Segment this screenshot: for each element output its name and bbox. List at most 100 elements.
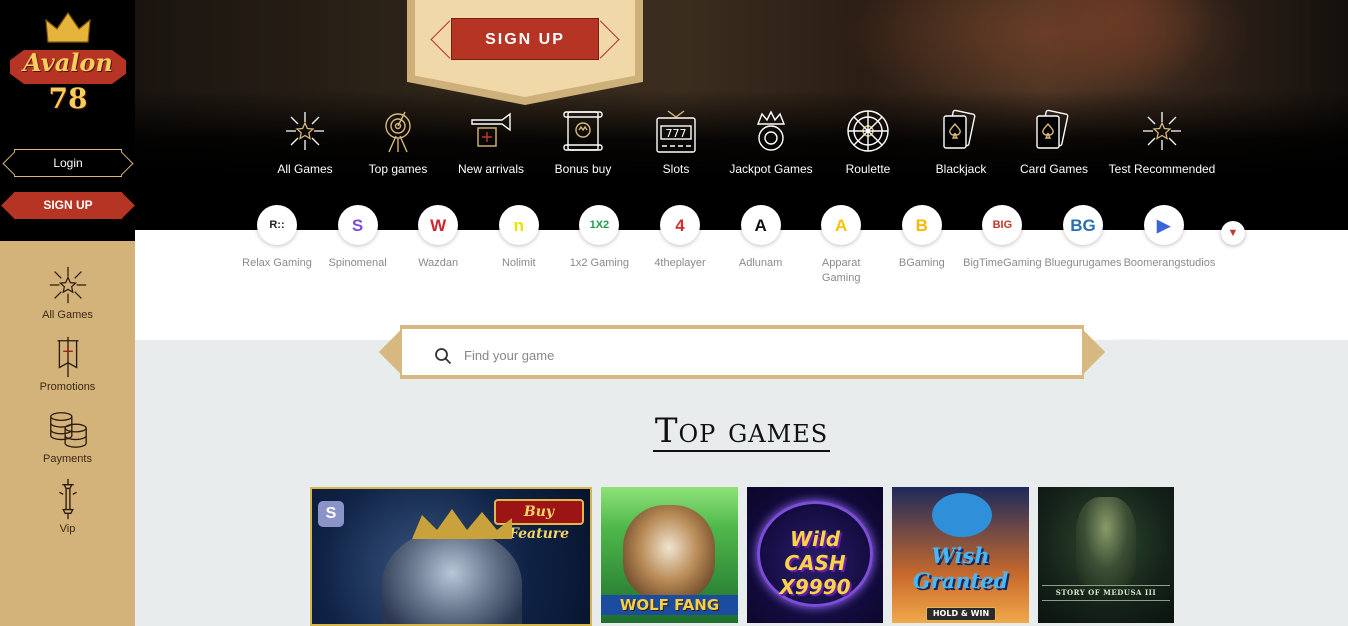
category-label: Test Recommended xyxy=(1108,162,1216,176)
provider-label: Adlunam xyxy=(738,257,783,269)
signup-button[interactable]: SIGN UP xyxy=(14,192,122,219)
trumpet-icon xyxy=(471,112,511,147)
category-roulette[interactable]: Roulette xyxy=(822,108,914,176)
buy-feature-badge: Buy Feature xyxy=(494,499,584,542)
provider-label: 1x2 Gaming xyxy=(569,257,630,269)
search-icon xyxy=(435,348,452,365)
category-slots[interactable]: 777 Slots xyxy=(630,108,722,176)
provider-label: Apparat Gaming xyxy=(821,257,861,284)
provider-logo: n xyxy=(498,205,539,245)
sidebar-item-all-games[interactable]: All Games xyxy=(0,263,135,321)
game-title: Wild CASH X9990 xyxy=(779,527,851,599)
provider-label: Spinomenal xyxy=(328,257,387,269)
providers-more-button[interactable]: ▼ xyxy=(1221,221,1245,245)
game-title: Wish Granted xyxy=(912,543,1009,593)
provider-label: BigTimeGaming xyxy=(963,257,1042,269)
section-title-wrap: Top games xyxy=(0,412,1348,452)
provider-logo: BG xyxy=(1063,205,1103,245)
section-title: Top games xyxy=(652,411,831,452)
fireworks-icon xyxy=(1143,112,1181,150)
provider-item[interactable]: ▶ Boomerangstudios xyxy=(1123,205,1216,271)
crown-ring-icon xyxy=(756,110,786,151)
category-all-games[interactable]: All Games xyxy=(259,108,351,176)
category-bonus-buy[interactable]: Bonus buy xyxy=(537,108,629,176)
provider-item[interactable]: n Nolimit xyxy=(479,205,559,271)
sidebar-item-label: All Games xyxy=(42,309,93,321)
login-button[interactable]: Login xyxy=(14,149,122,177)
svg-text:777: 777 xyxy=(666,127,687,140)
brand-logo[interactable]: Avalon 78 xyxy=(8,12,128,132)
login-label: Login xyxy=(53,156,83,170)
provider-label: Relax Gaming xyxy=(242,257,312,269)
provider-label: BGaming xyxy=(898,257,945,269)
crown-icon xyxy=(45,12,91,43)
provider-logo: ▶ xyxy=(1143,205,1184,245)
provider-item[interactable]: W Wazdan xyxy=(398,205,478,271)
game-artwork xyxy=(1076,497,1136,585)
provider-logo: 4 xyxy=(660,205,700,245)
category-blackjack[interactable]: Blackjack xyxy=(915,108,1007,176)
sword-icon xyxy=(58,478,77,520)
provider-logo: W xyxy=(418,205,459,245)
category-top-games[interactable]: Top games xyxy=(352,108,444,176)
sidebar-top: Avalon 78 Login SIGN UP xyxy=(0,0,135,241)
provider-item[interactable]: BG Bluegurugames xyxy=(1043,205,1123,271)
game-artwork xyxy=(382,529,522,624)
fireworks-icon xyxy=(49,266,86,304)
category-card-games[interactable]: Card Games xyxy=(1008,108,1100,176)
roulette-icon xyxy=(847,110,889,152)
game-card[interactable]: Wild CASH X9990 xyxy=(747,487,883,623)
hero-artwork xyxy=(1015,0,1215,95)
game-card[interactable]: S Buy Feature xyxy=(310,487,592,626)
sidebar-menu: All Games Promotions Payments Vip xyxy=(0,241,135,626)
provider-label: Boomerangstudios xyxy=(1123,257,1216,269)
provider-item[interactable]: BIG BigTimeGaming xyxy=(962,205,1042,271)
category-test-recommended[interactable]: Test Recommended xyxy=(1105,108,1219,176)
provider-item[interactable]: 1X2 1x2 Gaming xyxy=(559,205,639,271)
search-bar xyxy=(378,325,1106,379)
coins-icon xyxy=(49,412,87,448)
target-icon xyxy=(385,111,411,153)
search-field-wrap xyxy=(402,329,1082,375)
sidebar-item-label: Promotions xyxy=(39,381,96,393)
cards-icon xyxy=(943,109,976,149)
category-bar: All Games Top games New arrivals Bonus b… xyxy=(135,108,1348,188)
sidebar-item-vip[interactable]: Vip xyxy=(0,477,135,535)
provider-item[interactable]: B BGaming xyxy=(882,205,962,271)
category-jackpot-games[interactable]: Jackpot Games xyxy=(725,108,817,176)
provider-logo: BIG xyxy=(982,205,1023,245)
sidebar-item-promotions[interactable]: Promotions xyxy=(0,335,135,393)
provider-logo: 1X2 xyxy=(579,205,620,245)
game-title: STORY OF MEDUSA III xyxy=(1042,585,1170,601)
provider-item[interactable]: R:: Relax Gaming xyxy=(237,205,317,271)
search-input[interactable] xyxy=(464,343,1064,367)
provider-label: 4theplayer xyxy=(654,257,706,269)
game-title: WOLF FANG xyxy=(601,595,738,615)
banner-flag-icon xyxy=(56,336,79,378)
game-card[interactable]: Wish Granted HOLD & WIN xyxy=(892,487,1029,623)
game-card[interactable]: WOLF FANG xyxy=(601,487,738,623)
provider-item[interactable]: 4 4theplayer xyxy=(640,205,720,271)
hero-signup-button[interactable]: SIGN UP xyxy=(451,18,599,60)
provider-item[interactable]: A Adlunam xyxy=(721,205,801,271)
sidebar-item-label: Vip xyxy=(59,523,76,535)
category-label: Top games xyxy=(368,162,428,176)
page-root: SIGN UP All Games Top games New arrivals… xyxy=(0,0,1348,626)
category-label: Card Games xyxy=(1019,162,1089,176)
provider-logo: B xyxy=(901,205,942,245)
category-label: Slots xyxy=(662,162,690,176)
category-label: All Games xyxy=(277,162,333,176)
category-new-arrivals[interactable]: New arrivals xyxy=(445,108,537,176)
game-card[interactable]: STORY OF MEDUSA III xyxy=(1038,487,1174,623)
provider-logo: S xyxy=(337,205,378,245)
provider-logo: A xyxy=(740,205,781,245)
provider-label: Bluegurugames xyxy=(1044,257,1122,269)
sidebar-item-payments[interactable]: Payments xyxy=(0,407,135,465)
category-label: Jackpot Games xyxy=(729,162,813,176)
slot-machine-icon: 777 xyxy=(656,110,696,153)
category-label: Roulette xyxy=(845,162,891,176)
signup-label: SIGN UP xyxy=(43,198,93,212)
provider-item[interactable]: S Spinomenal xyxy=(318,205,398,271)
category-label: Bonus buy xyxy=(554,162,612,176)
provider-item[interactable]: A Apparat Gaming xyxy=(801,205,881,286)
